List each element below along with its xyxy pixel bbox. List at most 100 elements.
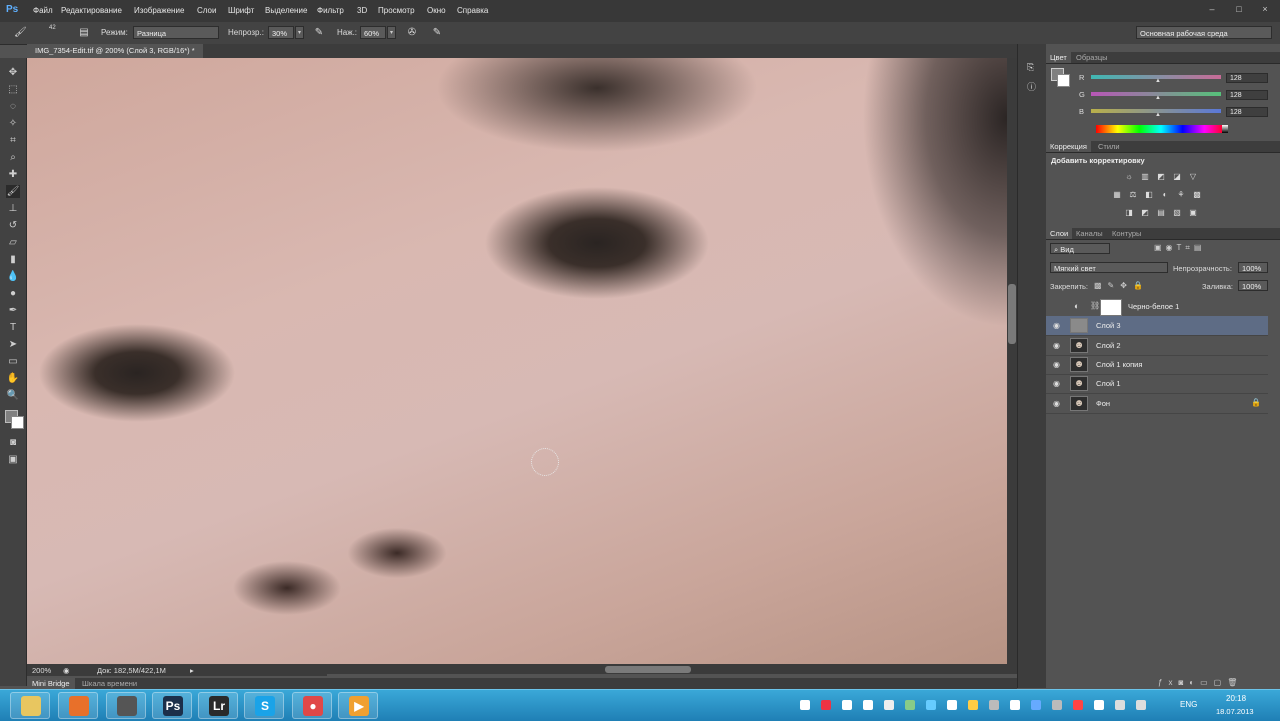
eye-icon[interactable]: ◉ [1052,379,1061,388]
taskbar-photoshop-button[interactable]: Ps [152,692,192,719]
taskbar-lightroom-button[interactable]: Lr [198,692,238,719]
pressure-input[interactable]: 60% [360,26,386,39]
language-indicator[interactable]: ENG [1180,700,1197,709]
shape-tool-icon[interactable]: ▭ [6,355,20,368]
taskbar-explorer-button[interactable] [10,692,50,719]
menu-item[interactable]: Фильтр [317,6,344,15]
menu-item[interactable]: Слои [197,6,216,15]
tab-channels[interactable]: Каналы [1072,228,1107,239]
tray-icon[interactable] [1115,700,1125,710]
tray-icon[interactable] [989,700,999,710]
status-menu-icon[interactable]: ◉ [63,666,70,675]
eye-icon[interactable]: ◉ [1052,341,1061,350]
maximize-icon[interactable]: □ [1233,4,1245,14]
channel-value-r[interactable]: 128 [1226,73,1268,83]
tray-icon[interactable] [884,700,894,710]
eye-hidden-icon[interactable] [1052,302,1061,311]
airbrush-icon[interactable]: ✇ [406,27,418,39]
adjustment-icon[interactable]: ⚖ [1128,190,1138,199]
eyedropper-tool-icon[interactable]: ⌕ [6,151,20,164]
screen-mode-icon[interactable]: ▣ [6,453,20,466]
eye-icon[interactable]: ◉ [1052,360,1061,369]
tab-mini-bridge[interactable]: Mini Bridge [27,678,75,689]
menu-item[interactable]: Файл [33,6,53,15]
color-spectrum[interactable] [1096,125,1226,133]
tray-icon[interactable] [1094,700,1104,710]
type-tool-icon[interactable]: T [6,321,20,334]
adjustment-icon[interactable]: ⚘ [1176,190,1186,199]
adjustment-icon[interactable]: ◧ [1144,190,1154,199]
tab-layers[interactable]: Слои [1046,228,1073,239]
brush-tool-icon[interactable]: 🖌 [6,185,20,198]
layer-row[interactable]: ◉ ☻ Фон 🔒 [1046,394,1268,414]
opacity-input[interactable]: 30% [268,26,294,39]
horizontal-scroll-thumb[interactable] [605,666,691,673]
crop-tool-icon[interactable]: ⌗ [6,134,20,147]
slider-handle-icon[interactable]: ▲ [1155,78,1161,84]
mode-select[interactable]: Разница [133,26,219,39]
tab-swatches[interactable]: Образцы [1072,52,1112,63]
lasso-tool-icon[interactable]: ◌ [6,100,20,113]
tablet-opacity-icon[interactable]: ✎ [313,27,325,39]
layer-row[interactable]: ◉ Слой 3 [1046,316,1268,337]
dodge-tool-icon[interactable]: ● [6,287,20,300]
clock-time[interactable]: 20:18 [1226,694,1246,703]
document-canvas[interactable] [27,58,1007,664]
eraser-tool-icon[interactable]: ▱ [6,236,20,249]
healing-brush-tool-icon[interactable]: ✚ [6,168,20,181]
adjustment-icon[interactable]: ▽ [1188,172,1198,181]
adjustment-icon[interactable]: ◩ [1140,208,1150,217]
tray-icon[interactable] [863,700,873,710]
tray-icon[interactable] [1052,700,1062,710]
taskbar-skype-button[interactable]: S [244,692,284,719]
tab-adjustments[interactable]: Коррекция [1046,141,1091,152]
tab-color[interactable]: Цвет [1046,52,1071,63]
background-color-swatch[interactable] [11,416,24,429]
black-white-ramp[interactable] [1222,125,1228,133]
zoom-level[interactable]: 200% [32,666,51,675]
hand-tool-icon[interactable]: ✋ [6,372,20,385]
tray-icon[interactable] [800,700,810,710]
blend-mode-select[interactable]: Мягкий свет [1050,262,1168,273]
layer-row[interactable]: ◉ ☻ Слой 1 [1046,374,1268,395]
taskbar-firefox-button[interactable] [58,692,98,719]
layers-footer-icons[interactable]: ƒx◙◐▭▢🗑 [1158,678,1243,687]
zoom-tool-icon[interactable]: 🔍 [6,389,20,402]
slider-handle-icon[interactable]: ▲ [1155,112,1161,118]
properties-panel-icon[interactable]: ⓘ [1027,80,1036,93]
color-background-swatch[interactable] [1057,74,1070,87]
taskbar-world-of-tanks-button[interactable] [106,692,146,719]
pen-tool-icon[interactable]: ✒ [6,304,20,317]
brush-tool-icon[interactable]: 🖌 [14,27,27,39]
lock-icons[interactable]: ▩✎✥🔒 [1094,281,1149,290]
adjustment-icon[interactable]: ▦ [1112,190,1122,199]
vertical-scroll-thumb[interactable] [1008,284,1016,344]
menu-item[interactable]: Окно [427,6,446,15]
tab-timeline[interactable]: Шкала времени [77,678,142,689]
quick-select-tool-icon[interactable]: ✧ [6,117,20,130]
document-tab[interactable]: IMG_7354-Edit.tif @ 200% (Слой 3, RGB/16… [27,44,203,58]
link-icon[interactable]: ⛓ [1090,301,1100,310]
tray-icon[interactable] [1010,700,1020,710]
move-tool-icon[interactable]: ✥ [6,66,20,79]
menu-item[interactable]: Шрифт [228,6,254,15]
history-brush-tool-icon[interactable]: ↺ [6,219,20,232]
menu-item[interactable]: Изображение [134,6,184,15]
layer-filter-select[interactable]: ⌕ Вид [1050,243,1110,254]
layer-row[interactable]: ◉ ☻ Слой 2 [1046,336,1268,356]
brush-panel-icon[interactable]: ▤ [78,27,90,39]
blur-tool-icon[interactable]: 💧 [6,270,20,283]
menu-item[interactable]: Справка [457,6,488,15]
tray-icon[interactable] [947,700,957,710]
channel-value-g[interactable]: 128 [1226,90,1268,100]
adjustment-icon[interactable]: ◪ [1172,172,1182,181]
minimize-icon[interactable]: – [1206,4,1218,14]
clock-date[interactable]: 18.07.2013 [1216,707,1254,716]
adjustment-icon[interactable]: ☼ [1124,172,1134,181]
taskbar-recorder-button[interactable]: ● [292,692,332,719]
tray-icon[interactable] [1073,700,1083,710]
opacity-dropdown-icon[interactable]: ▾ [295,26,304,39]
close-icon[interactable]: × [1259,4,1271,14]
tab-styles[interactable]: Стили [1094,141,1124,152]
workspace-select[interactable]: Основная рабочая среда [1136,26,1272,39]
